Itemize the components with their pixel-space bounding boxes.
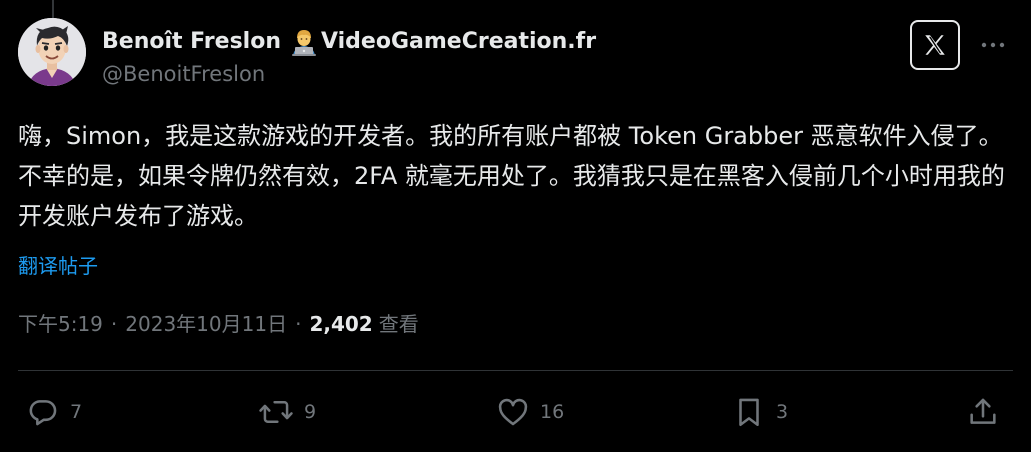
bookmark-icon: [739, 398, 759, 427]
tweet-time[interactable]: 下午5:19: [18, 308, 103, 337]
like-count: 16: [540, 401, 565, 423]
meta-separator: ·: [110, 312, 118, 336]
tweet-text: 嗨，Simon，我是这款游戏的开发者。我的所有账户都被 Token Grabbe…: [18, 122, 1005, 230]
views-label: 查看: [378, 312, 419, 336]
views-count: 2,402: [309, 312, 373, 336]
avatar-image: [18, 18, 86, 86]
more-icon: [981, 42, 1005, 48]
reply-button[interactable]: 7: [26, 390, 82, 434]
avatar[interactable]: [18, 18, 86, 86]
tweet-date[interactable]: 2023年10月11日: [125, 308, 287, 337]
author-name-row[interactable]: Benoît Freslon VideoGameCreation.fr: [102, 26, 596, 56]
like-button[interactable]: 16: [496, 390, 564, 434]
x-logo-icon: [925, 35, 945, 55]
author-display-name[interactable]: Benoît Freslon: [102, 29, 281, 54]
bookmark-button[interactable]: 3: [732, 390, 788, 434]
translate-post-link[interactable]: 翻译帖子: [18, 250, 98, 279]
repost-count: 9: [304, 401, 317, 423]
thread-connector-line: [52, 0, 54, 18]
share-icon: [970, 398, 996, 424]
reply-icon: [29, 400, 57, 426]
share-button[interactable]: [966, 390, 1000, 434]
action-bar: 7 9 16 3: [0, 390, 1031, 434]
like-icon: [498, 398, 528, 426]
divider: [18, 370, 1013, 371]
author-name-suffix[interactable]: VideoGameCreation.fr: [321, 29, 596, 54]
author-handle[interactable]: @BenoitFreslon: [102, 62, 265, 86]
reply-count: 7: [70, 401, 83, 423]
more-options-button[interactable]: [978, 30, 1008, 60]
tweet-meta: 下午5:19 · 2023年10月11日 · 2,402 查看: [18, 308, 419, 337]
x-logo-button[interactable]: [910, 20, 960, 70]
meta-separator: ·: [295, 312, 302, 336]
repost-icon: [259, 401, 293, 423]
repost-button[interactable]: 9: [258, 390, 316, 434]
technologist-emoji: [289, 26, 319, 56]
bookmark-count: 3: [776, 401, 789, 423]
